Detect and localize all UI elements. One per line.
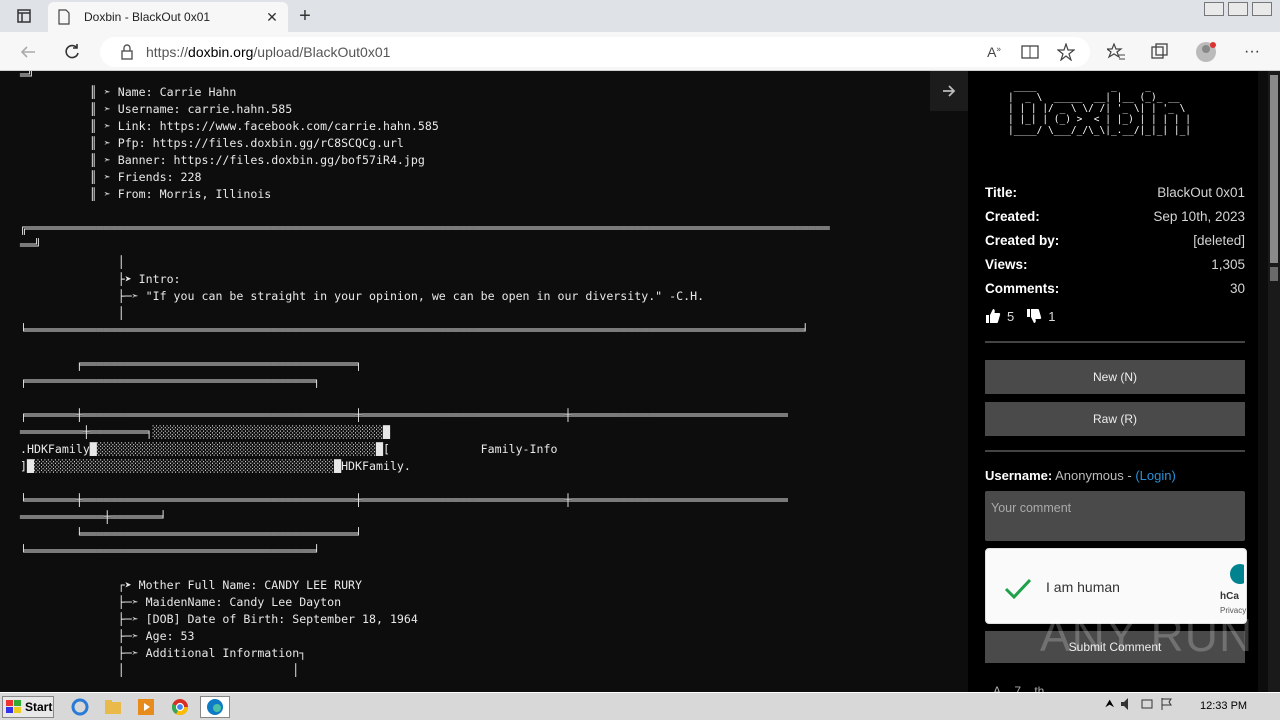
paste-area: ═╝ ║ ➣ Name: Carrie Hahn ║ ➣ Username: c… [0,71,968,692]
username-label: Username: [985,468,1053,483]
system-tray: ⮝ [1105,697,1174,711]
ie-icon[interactable] [68,696,92,718]
meta-created-by-value: [deleted] [1193,233,1245,248]
windows-logo-icon [6,700,21,713]
anyrun-watermark: ANY RUN [1040,609,1254,661]
paste-sidebar: ____ _ _ | _ \ _____ __| |__ (_)_ __ | |… [968,71,1258,692]
meta-views: Views: 1,305 [985,257,1245,281]
meta-comments-value: 30 [1229,281,1245,296]
browser-tab-bar: Doxbin - BlackOut 0x01 ✕ + [0,0,1280,32]
scrollbar-thumb[interactable] [1270,75,1278,263]
meta-created-label: Created: [985,209,1040,224]
read-aloud-icon[interactable]: A» [982,40,1006,64]
vote-row: 5 1 [985,308,1055,324]
meta-created-by-label: Created by: [985,233,1060,248]
captcha-brand: hCa [1220,591,1239,602]
dislikes-count: 1 [1048,308,1056,324]
reader-view-icon[interactable] [1018,40,1042,64]
meta-comments: Comments: 30 [985,281,1245,305]
page-content: ═╝ ║ ➣ Name: Carrie Hahn ║ ➣ Username: c… [0,71,1280,692]
meta-views-value: 1,305 [1211,257,1245,272]
url-field[interactable]: https://doxbin.org/upload/BlackOut0x01 [100,37,1090,67]
comment-preview: A... 7 ...th [993,684,1045,692]
tab-actions-icon[interactable] [8,4,40,28]
start-button[interactable]: Start [2,696,54,718]
speaker-icon[interactable] [1120,697,1134,711]
minimize-icon[interactable] [1204,2,1224,16]
close-window-icon[interactable] [1252,2,1272,16]
thumbs-down-icon[interactable] [1026,308,1042,324]
meta-created-value: Sep 10th, 2023 [1153,209,1245,224]
captcha-label: I am human [1046,579,1120,595]
browser-tab[interactable]: Doxbin - BlackOut 0x01 ✕ [48,2,288,32]
comment-input[interactable]: Your comment [985,491,1245,541]
divider [985,450,1245,452]
meta-title: Title: BlackOut 0x01 [985,185,1245,209]
username-value: Anonymous - [1055,468,1132,483]
new-tab-icon[interactable]: + [294,6,316,28]
arrow-right-icon [943,85,956,97]
paste-text: ═╝ ║ ➣ Name: Carrie Hahn ║ ➣ Username: c… [20,71,830,677]
back-icon[interactable] [16,40,40,64]
tray-expand-icon[interactable]: ⮝ [1105,698,1114,711]
address-bar-row: https://doxbin.org/upload/BlackOut0x01 A… [0,32,1280,71]
chrome-icon[interactable] [168,696,192,718]
edge-icon[interactable] [200,696,230,718]
meta-created: Created: Sep 10th, 2023 [985,209,1245,233]
page-favicon-icon [58,9,70,25]
url-text: https://doxbin.org/upload/BlackOut0x01 [146,44,391,60]
login-link[interactable]: (Login) [1135,468,1175,483]
add-favorite-icon[interactable] [1054,40,1078,64]
windows-taskbar: Start ⮝ 12:33 PM [0,692,1280,720]
doxbin-logo: ____ _ _ | _ \ _____ __| |__ (_)_ __ | |… [1008,81,1192,136]
meta-title-label: Title: [985,185,1018,200]
window-controls [1204,2,1272,16]
taskbar-clock: 12:33 PM [1200,700,1248,712]
new-paste-button[interactable]: New (N) [985,360,1245,394]
media-player-icon[interactable] [134,696,158,718]
refresh-icon[interactable] [60,40,84,64]
divider [985,341,1245,343]
more-menu-icon[interactable]: ··· [1240,40,1264,64]
hcaptcha-logo-icon [1230,564,1244,584]
meta-title-value: BlackOut 0x01 [1157,185,1245,200]
favorites-icon[interactable] [1104,40,1128,64]
lock-icon[interactable] [120,44,134,60]
meta-comments-label: Comments: [985,281,1060,296]
collections-icon[interactable] [1148,40,1172,64]
explorer-icon[interactable] [101,696,125,718]
scrollbar-thumb-secondary[interactable] [1270,267,1278,281]
network-icon[interactable] [1140,697,1154,711]
meta-created-by: Created by: [deleted] [985,233,1245,257]
meta-views-label: Views: [985,257,1028,272]
tab-close-icon[interactable]: ✕ [264,9,280,26]
comment-username: Username: Anonymous - (Login) [985,468,1176,483]
action-center-icon[interactable] [1160,697,1174,711]
sidebar-toggle-button[interactable] [930,71,968,111]
tab-title: Doxbin - BlackOut 0x01 [84,10,211,24]
likes-count: 5 [1007,308,1015,324]
maximize-icon[interactable] [1228,2,1248,16]
raw-button[interactable]: Raw (R) [985,402,1245,436]
thumbs-up-icon[interactable] [985,308,1001,324]
profile-avatar-icon[interactable] [1194,40,1218,64]
checkmark-icon[interactable] [1004,577,1032,601]
scrollbar[interactable] [1268,71,1280,692]
